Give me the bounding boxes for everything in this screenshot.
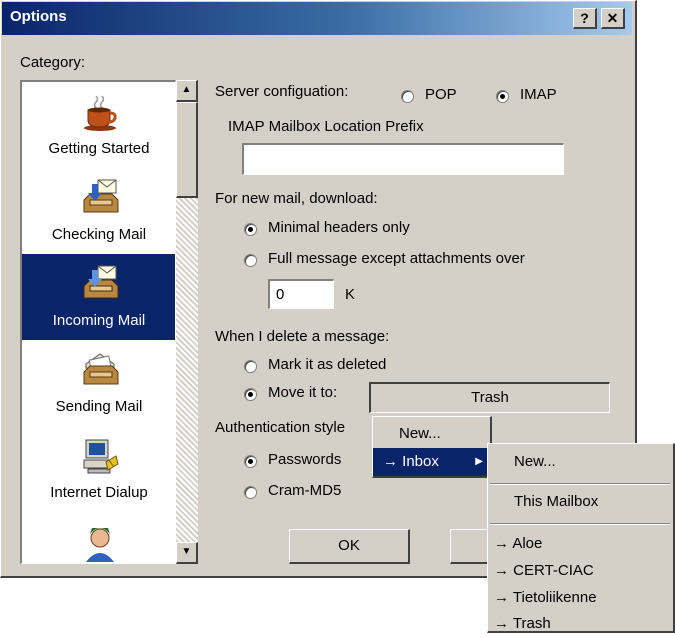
server-config-label: Server configuation: xyxy=(215,83,349,100)
mailbox-popup-menu: New... → Inbox ▶ xyxy=(372,416,492,478)
imap-prefix-input[interactable] xyxy=(242,143,564,175)
category-item-internet-dialup[interactable]: Internet Dialup xyxy=(22,426,175,512)
minimal-headers-radio[interactable] xyxy=(244,223,257,236)
category-item-getting-started[interactable]: Getting Started xyxy=(22,82,175,168)
help-button[interactable]: ? xyxy=(573,8,597,29)
imap-label[interactable]: IMAP xyxy=(520,86,557,103)
scroll-thumb[interactable] xyxy=(176,102,198,198)
inbox-submenu: New... This Mailbox → Aloe → CERT-CIAC →… xyxy=(487,443,675,633)
cram-md5-radio[interactable] xyxy=(244,486,257,499)
attachment-size-input[interactable] xyxy=(268,279,334,309)
submenu-item-tietoliikenne[interactable]: → Tietoliikenne xyxy=(488,584,672,612)
scroll-down-button[interactable]: ▼ xyxy=(176,542,198,564)
size-unit-label: K xyxy=(345,286,356,303)
submenu-arrow-icon: ▶ xyxy=(475,456,483,467)
menu-item-inbox[interactable]: → Inbox ▶ xyxy=(373,448,489,476)
mark-deleted-label[interactable]: Mark it as deleted xyxy=(268,356,386,373)
coffee-cup-icon xyxy=(84,95,117,131)
category-label: Category: xyxy=(20,54,86,71)
category-item-checking-mail[interactable]: Checking Mail xyxy=(22,168,175,254)
trash-mailbox-button[interactable]: Trash xyxy=(369,382,610,413)
minimal-headers-label[interactable]: Minimal headers only xyxy=(268,219,410,236)
menu-separator xyxy=(490,483,670,485)
category-item-label: Sending Mail xyxy=(55,398,143,415)
pop-radio[interactable] xyxy=(401,90,414,103)
incoming-mail-icon xyxy=(83,265,119,299)
auth-label: Authentication style xyxy=(215,419,346,436)
outbox-icon xyxy=(83,353,119,385)
submenu-item-trash[interactable]: → Trash xyxy=(488,610,672,638)
menu-item-new[interactable]: New... xyxy=(373,420,489,448)
category-item-sending-mail[interactable]: Sending Mail xyxy=(22,340,175,426)
submenu-item-aloe[interactable]: → Aloe xyxy=(488,530,672,558)
move-to-label[interactable]: Move it to: xyxy=(268,384,337,401)
scroll-up-button[interactable]: ▲ xyxy=(176,80,198,102)
category-item-label: Internet Dialup xyxy=(50,484,148,501)
menu-item-label: → Inbox xyxy=(383,453,439,470)
close-button[interactable]: ✕ xyxy=(601,8,625,29)
category-list[interactable]: Getting Started Checking Mail Incoming M… xyxy=(20,80,176,564)
category-item-label: Incoming Mail xyxy=(52,312,146,329)
delete-label: When I delete a message: xyxy=(215,328,390,345)
imap-prefix-label: IMAP Mailbox Location Prefix xyxy=(228,118,424,135)
passwords-label[interactable]: Passwords xyxy=(268,451,341,468)
download-label: For new mail, download: xyxy=(215,190,378,207)
full-message-radio[interactable] xyxy=(244,254,257,267)
submenu-item-this-mailbox[interactable]: This Mailbox xyxy=(488,488,672,516)
pop-label[interactable]: POP xyxy=(425,86,457,103)
user-icon xyxy=(86,528,114,562)
menu-separator xyxy=(490,523,670,525)
passwords-radio[interactable] xyxy=(244,455,257,468)
category-item-incoming-mail[interactable]: Incoming Mail xyxy=(22,254,175,340)
move-to-radio[interactable] xyxy=(244,388,257,401)
title-bar[interactable] xyxy=(2,2,632,35)
submenu-item-cert-ciac[interactable]: → CERT-CIAC xyxy=(488,557,672,585)
full-message-label[interactable]: Full message except attachments over xyxy=(268,250,525,267)
submenu-item-new[interactable]: New... xyxy=(488,448,672,476)
ok-button[interactable]: OK xyxy=(289,529,410,564)
category-item-label: Getting Started xyxy=(48,140,150,157)
category-item-more[interactable] xyxy=(22,512,175,563)
inbox-download-icon xyxy=(83,179,119,213)
window-title: Options xyxy=(10,8,67,25)
mark-deleted-radio[interactable] xyxy=(244,360,257,373)
category-item-label: Checking Mail xyxy=(51,226,147,243)
imap-radio[interactable] xyxy=(496,90,509,103)
cram-md5-label[interactable]: Cram-MD5 xyxy=(268,482,341,499)
computer-dialup-icon xyxy=(83,439,119,474)
